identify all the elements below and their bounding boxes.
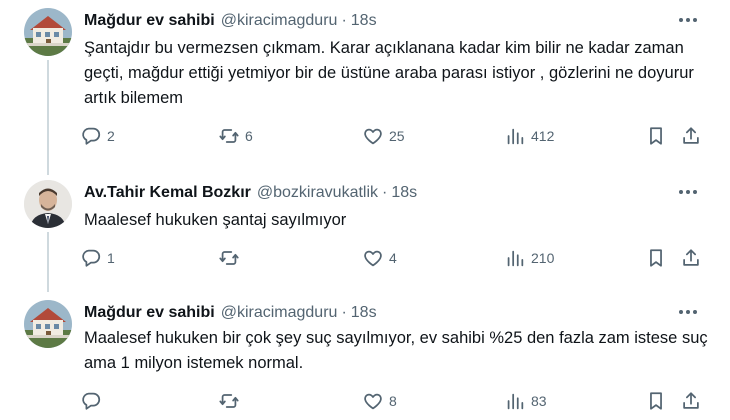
more-icon[interactable] — [676, 184, 700, 200]
bookmark-icon — [645, 390, 667, 412]
tweet-header: Av.Tahir Kemal Bozkır @bozkiravukatlik ·… — [84, 182, 417, 204]
user-handle[interactable]: @kiracimagduru — [221, 304, 338, 322]
avatar-kiracimagduru[interactable] — [24, 8, 72, 56]
reply-icon — [80, 247, 102, 269]
bookmark-button[interactable] — [645, 389, 667, 413]
heart-icon — [362, 125, 384, 147]
like-count: 25 — [389, 128, 405, 144]
tweet[interactable]: Mağdur ev sahibi @kiracimagduru · 18s Ma… — [0, 292, 730, 420]
share-icon — [680, 125, 702, 147]
views-icon — [504, 125, 526, 147]
action-bar: 1 4 210 — [80, 246, 720, 270]
reply-count: 1 — [107, 250, 115, 266]
reply-button[interactable]: 1 — [80, 246, 115, 270]
bookmark-button[interactable] — [645, 124, 667, 148]
display-name[interactable]: Mağdur ev sahibi — [84, 304, 215, 322]
bookmark-button[interactable] — [645, 246, 667, 270]
like-button[interactable]: 25 — [362, 124, 405, 148]
retweet-button[interactable]: 6 — [218, 124, 253, 148]
share-button[interactable] — [680, 389, 702, 413]
bookmark-icon — [645, 247, 667, 269]
retweet-icon — [218, 247, 240, 269]
separator-dot: · — [341, 304, 347, 321]
share-icon — [680, 390, 702, 412]
views-button[interactable]: 210 — [504, 246, 554, 270]
tweet-header: Mağdur ev sahibi @kiracimagduru · 18s — [84, 302, 377, 324]
reply-button[interactable]: 2 — [80, 124, 115, 148]
avatar-kiracimagduru[interactable] — [24, 300, 72, 348]
tweet-thread: Mağdur ev sahibi @kiracimagduru · 18s Şa… — [0, 0, 730, 420]
tweet-text: Maalesef hukuken bir çok şey suç sayılmı… — [84, 329, 708, 372]
reply-button[interactable] — [80, 389, 107, 413]
retweet-button[interactable] — [218, 389, 245, 413]
tweet[interactable]: Av.Tahir Kemal Bozkır @bozkiravukatlik ·… — [0, 172, 730, 282]
timestamp[interactable]: 18s — [391, 184, 417, 202]
views-icon — [504, 247, 526, 269]
tweet-text: Şantajdır bu vermezsen çıkmam. Karar açı… — [84, 39, 694, 107]
more-icon[interactable] — [676, 12, 700, 28]
reply-icon — [80, 390, 102, 412]
tweet[interactable]: Mağdur ev sahibi @kiracimagduru · 18s Şa… — [0, 0, 730, 160]
views-icon — [504, 390, 526, 412]
timestamp[interactable]: 18s — [351, 304, 377, 322]
share-button[interactable] — [680, 246, 702, 270]
heart-icon — [362, 390, 384, 412]
like-button[interactable]: 8 — [362, 389, 397, 413]
views-count: 412 — [531, 128, 555, 144]
like-count: 8 — [389, 393, 397, 409]
action-bar: 2 6 25 412 — [80, 124, 720, 148]
like-count: 4 — [389, 250, 397, 266]
separator-dot: · — [382, 184, 388, 201]
heart-icon — [362, 247, 384, 269]
display-name[interactable]: Av.Tahir Kemal Bozkır — [84, 184, 251, 202]
display-name[interactable]: Mağdur ev sahibi — [84, 12, 215, 30]
share-icon — [680, 247, 702, 269]
tweet-text: Maalesef hukuken şantaj sayılmıyor — [84, 211, 347, 229]
share-button[interactable] — [680, 124, 702, 148]
timestamp[interactable]: 18s — [351, 12, 377, 30]
views-button[interactable]: 83 — [504, 389, 547, 413]
retweet-icon — [218, 390, 240, 412]
views-count: 210 — [531, 250, 555, 266]
retweet-button[interactable] — [218, 246, 245, 270]
bookmark-icon — [645, 125, 667, 147]
action-bar: 8 83 — [80, 389, 720, 413]
reply-icon — [80, 125, 102, 147]
user-handle[interactable]: @kiracimagduru — [221, 12, 338, 30]
separator-dot: · — [341, 12, 347, 29]
like-button[interactable]: 4 — [362, 246, 397, 270]
more-icon[interactable] — [676, 304, 700, 320]
views-count: 83 — [531, 393, 547, 409]
avatar-bozkiravukatlik[interactable] — [24, 180, 72, 228]
views-button[interactable]: 412 — [504, 124, 554, 148]
retweet-icon — [218, 125, 240, 147]
user-handle[interactable]: @bozkiravukatlik — [257, 184, 378, 202]
reply-count: 2 — [107, 128, 115, 144]
tweet-header: Mağdur ev sahibi @kiracimagduru · 18s — [84, 10, 377, 32]
retweet-count: 6 — [245, 128, 253, 144]
